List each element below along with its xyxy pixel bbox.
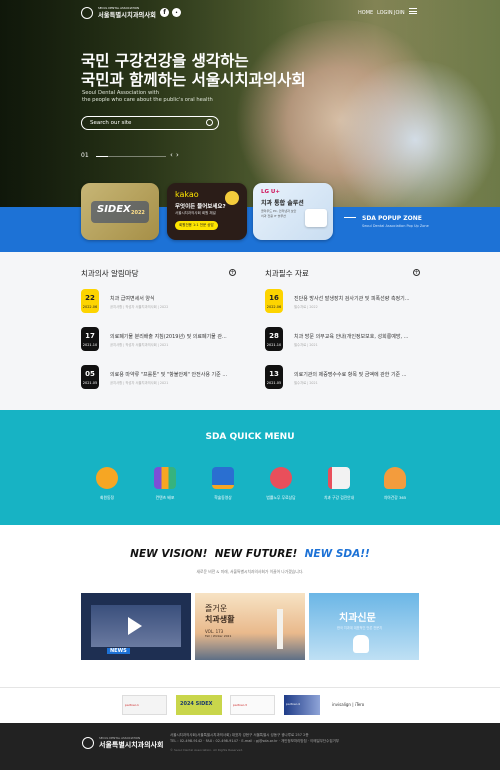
footer: SEOUL DENTAL ASSOCIATION 서울특별시치과의사회 서울시치… xyxy=(0,723,500,770)
footer-logo-emblem-icon xyxy=(82,737,94,749)
person-icon xyxy=(384,467,406,489)
popup-card-sidex[interactable]: SIDEX 2022 xyxy=(81,183,159,240)
list-item[interactable]: 05 2021.05 의료용 마약류 "프롤톤" 및 "항불안제" 안전사용 기준… xyxy=(81,365,235,391)
play-icon[interactable] xyxy=(128,617,142,635)
notice-left-title: 치과의사 알림마당 xyxy=(81,269,139,278)
footer-address: 서울시치과의사회(서울특별시치과의사회) 대표자 강현구 서울특별시 성동구 광… xyxy=(170,733,309,737)
hero-title: 국민 구강건강을 생각하는 국민과 함께하는 서울시치과의사회 xyxy=(81,52,306,89)
quick-item-dental-health[interactable]: 치아건강 365 xyxy=(371,467,419,517)
kakao-consult-button[interactable]: 회원전용 1:1 전문 상담 xyxy=(175,221,218,230)
partner-logo[interactable]: partner-1 xyxy=(122,695,167,715)
video-thumbnail[interactable]: NEWS xyxy=(81,593,191,660)
kakao-icon[interactable]: • xyxy=(172,8,181,17)
partner-logo-sidex[interactable]: 2024 SIDEX xyxy=(176,695,222,715)
people-icon xyxy=(96,467,118,489)
newspaper-thumbnail[interactable]: 치과신문 한국 치과계 대표적인 언론 전문지 xyxy=(309,593,419,660)
popup-zone-title: SDA POPUP ZONE xyxy=(362,215,422,222)
list-item[interactable]: 13 2021.05 의료기관의 제증명수수료 항목 및 금액에 관한 기준 ..… xyxy=(265,365,419,391)
notice-left-more-button[interactable]: + xyxy=(229,269,236,276)
slide-prev-button[interactable]: ‹ xyxy=(170,151,173,159)
list-item[interactable]: 16 2022.06 진단용 방사선 발생장치 검사기관 및 피폭선량 측정기..… xyxy=(265,289,419,315)
notice-right-more-button[interactable]: + xyxy=(413,269,420,276)
nav-home[interactable]: HOME xyxy=(358,10,373,16)
device-image xyxy=(305,209,327,227)
scales-icon xyxy=(270,467,292,489)
list-item[interactable]: 17 2021.10 의료폐기물 분리배출 지침(2019년) 및 의료폐기물 관… xyxy=(81,327,235,353)
quick-menu-section xyxy=(0,410,500,525)
notice-section xyxy=(0,252,500,410)
list-item[interactable]: 22 2022.06 치과 급여변세서 양식 공지사항 | 작성자 서울치과의사회… xyxy=(81,289,235,315)
facebook-icon[interactable]: f xyxy=(160,8,169,17)
date-badge: 13 2021.05 xyxy=(265,365,283,389)
date-badge: 16 2022.06 xyxy=(265,289,283,313)
quick-item-legal[interactable]: 법률노무 무료상담 xyxy=(257,467,305,517)
monitor-icon xyxy=(212,467,234,489)
popup-zone-band xyxy=(0,207,500,252)
tooth-icon xyxy=(353,635,369,653)
footer-copyright: © Seoul Dental Association. All Rights R… xyxy=(170,748,244,752)
search-placeholder: Search our site xyxy=(90,120,132,126)
slide-index: 01 xyxy=(81,152,89,159)
checklist-icon xyxy=(328,467,350,489)
books-icon xyxy=(154,467,176,489)
popup-zone-subtitle: Seoul Dental Association Pop Up Zone xyxy=(362,224,429,228)
partner-logo[interactable]: partner-3 xyxy=(230,695,275,715)
logo-emblem-icon xyxy=(81,7,93,19)
quick-item-contents[interactable]: 컨텐츠 배포 xyxy=(141,467,189,517)
quick-item-checkup[interactable]: 치과 구강 검진안내 xyxy=(315,467,363,517)
search-icon[interactable] xyxy=(206,119,213,126)
nav-login[interactable]: LOGIN xyxy=(377,10,393,16)
quick-menu-title: SDA QUICK MENU xyxy=(205,432,295,442)
slide-next-button[interactable]: › xyxy=(176,151,179,159)
footer-logo-name: 서울특별시치과의사회 xyxy=(99,741,164,749)
nav-join[interactable]: JOIN xyxy=(394,10,405,16)
partner-logo-invisalign[interactable]: invisalign | iTero xyxy=(330,695,378,715)
kakao-chat-icon xyxy=(225,191,239,205)
list-item[interactable]: 28 2021.10 치과 방문 의무교육 안내(개인정보보호, 성희롱예방, .… xyxy=(265,327,419,353)
site-logo[interactable]: SEOUL DENTAL ASSOCIATION 서울특별시치과의사회 xyxy=(81,6,161,20)
quick-item-member-news[interactable]: 회원동정 xyxy=(83,467,131,517)
vision-heading: NEW VISION! NEW FUTURE! NEW SDA!! xyxy=(130,548,370,560)
popup-card-lguplus[interactable]: LG U+ 치과 통합 솔루션 클라우드 PC, 인터넷과 보안 치과 전용 I… xyxy=(253,183,333,240)
magazine-thumbnail[interactable]: 즐거운 치과생활 VOL. 173 Fall / Winter 2021 xyxy=(195,593,305,660)
date-badge: 28 2021.10 xyxy=(265,327,283,351)
popup-card-kakao[interactable]: kakao 무엇이든 물어보세요? 서울시치과의사회 회원 채널 회원전용 1:… xyxy=(167,183,247,240)
hero-subtitle: Seoul Dental Association with the people… xyxy=(82,90,213,103)
quick-item-videos[interactable]: 학술동영상 xyxy=(199,467,247,517)
partner-logo[interactable]: partner-4 xyxy=(284,695,320,715)
hero-banner xyxy=(0,0,500,222)
date-badge: 05 2021.05 xyxy=(81,365,99,389)
vision-subtitle: 새로운 비전 & 미래, 서울특별시치과의사회가 이끌어 나가겠습니다. xyxy=(196,569,304,574)
menu-icon[interactable] xyxy=(409,8,417,14)
footer-contact: TEL : 02-498-9142 · FAX : 02-498-9147 · … xyxy=(170,739,340,743)
lighthouse-image xyxy=(277,609,283,649)
logo-name: 서울특별시치과의사회 xyxy=(98,12,156,19)
slide-progress xyxy=(96,156,166,157)
notice-right-title: 치과필수 자료 xyxy=(265,269,309,278)
date-badge: 22 2022.06 xyxy=(81,289,99,313)
date-badge: 17 2021.10 xyxy=(81,327,99,351)
arrow-left-icon[interactable] xyxy=(344,217,356,218)
search-input[interactable]: Search our site xyxy=(81,116,219,130)
